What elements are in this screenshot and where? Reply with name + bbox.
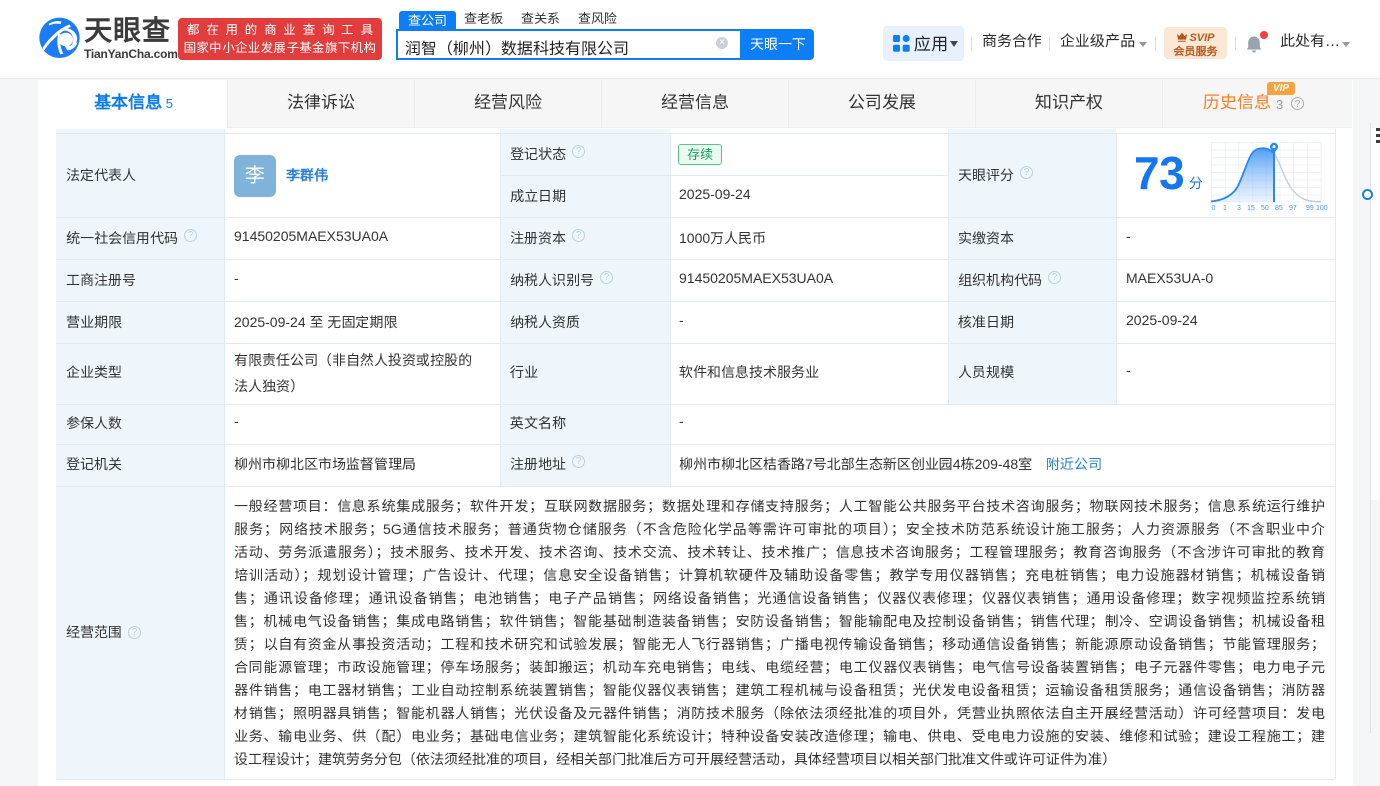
svg-text:3: 3 bbox=[1237, 205, 1241, 212]
svg-text:0: 0 bbox=[1212, 205, 1216, 212]
svg-text:50: 50 bbox=[1261, 205, 1269, 212]
svg-text:99: 99 bbox=[1306, 205, 1314, 212]
svg-text:85: 85 bbox=[1275, 205, 1283, 212]
svg-text:97: 97 bbox=[1289, 205, 1297, 212]
svg-text:15: 15 bbox=[1247, 205, 1255, 212]
svg-text:1: 1 bbox=[1223, 205, 1227, 212]
svg-text:100: 100 bbox=[1316, 205, 1328, 212]
